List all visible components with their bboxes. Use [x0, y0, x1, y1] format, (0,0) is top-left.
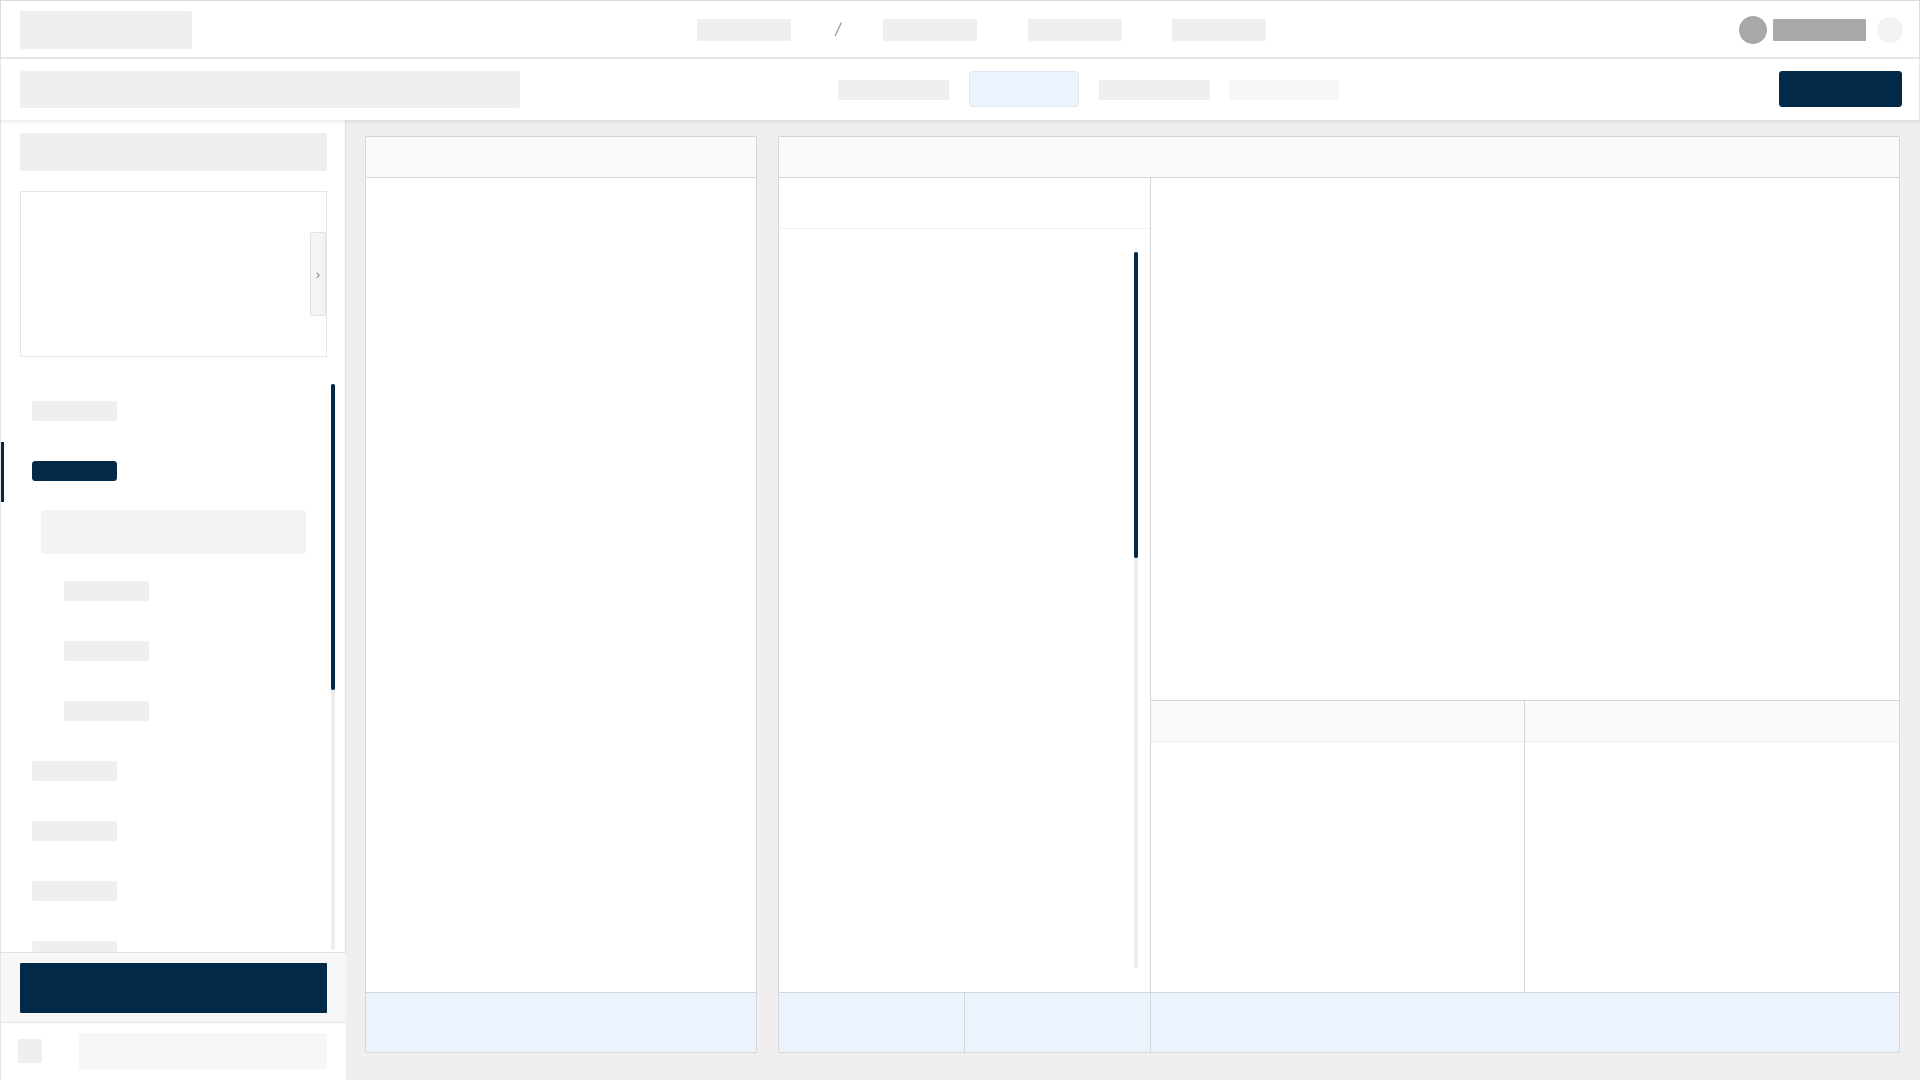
sidebar-group-header[interactable] — [41, 510, 306, 554]
sidebar-search-input[interactable] — [20, 133, 327, 171]
sidebar-subitem-1[interactable] — [64, 581, 149, 601]
sub-panel-right — [1525, 701, 1899, 992]
sub-panel-right-header — [1525, 701, 1899, 742]
footer-divider-1 — [964, 993, 965, 1052]
workspace — [346, 120, 1920, 1080]
preview-card: › — [20, 191, 327, 357]
sidebar-subitem-3[interactable] — [64, 701, 149, 721]
avatar[interactable] — [1739, 16, 1767, 44]
sidebar-footer-field[interactable] — [79, 1033, 327, 1069]
top-bar: / — [0, 0, 1920, 59]
app-logo[interactable] — [20, 11, 192, 49]
sidebar-item-5[interactable] — [32, 881, 117, 901]
main-panel — [778, 136, 1900, 1053]
sidebar-scrollbar-thumb[interactable] — [331, 384, 335, 690]
sidebar-footer — [1, 952, 346, 1081]
breadcrumb-separator: / — [835, 20, 841, 40]
list-scrollbar-track[interactable] — [1134, 252, 1138, 968]
notifications-icon[interactable] — [1877, 17, 1903, 43]
toolbar — [0, 59, 1920, 120]
list-column-header — [779, 178, 1150, 229]
main-panel-header — [779, 137, 1899, 178]
sub-panel-left — [1151, 701, 1525, 992]
left-panel-body — [366, 178, 756, 992]
tab-1[interactable] — [838, 80, 949, 100]
settings-icon[interactable] — [18, 1039, 42, 1063]
preview-expand-toggle[interactable]: › — [310, 232, 326, 316]
tab-3[interactable] — [1099, 80, 1210, 100]
breadcrumb-item-2[interactable] — [883, 19, 977, 41]
nav-link-2[interactable] — [1172, 19, 1266, 41]
footer-divider-2 — [1150, 993, 1151, 1052]
sub-panel-left-header — [1151, 701, 1524, 742]
user-name[interactable] — [1773, 19, 1866, 41]
sidebar-item-3[interactable] — [32, 761, 117, 781]
list-scrollbar-thumb[interactable] — [1134, 252, 1138, 558]
sidebar-footer-row — [1, 1022, 346, 1081]
page-title — [20, 71, 520, 108]
sidebar-item-6[interactable] — [32, 941, 117, 952]
primary-action-button[interactable] — [1779, 71, 1902, 107]
detail-view — [1151, 178, 1899, 701]
sidebar: › — [0, 120, 346, 1081]
sidebar-scrollbar-track[interactable] — [331, 384, 335, 950]
nav-link-1[interactable] — [1028, 19, 1122, 41]
main-panel-footer — [779, 992, 1899, 1052]
left-panel-footer — [366, 992, 756, 1052]
active-item-indicator — [1, 442, 4, 502]
sidebar-item-2-active[interactable] — [32, 461, 117, 481]
sidebar-action-button[interactable] — [20, 963, 327, 1013]
left-panel-header — [366, 137, 756, 178]
tab-2-active[interactable] — [969, 71, 1079, 107]
sidebar-subitem-2[interactable] — [64, 641, 149, 661]
list-column — [779, 178, 1151, 992]
sidebar-item-1[interactable] — [32, 401, 117, 421]
tab-4[interactable] — [1229, 80, 1339, 100]
left-panel — [365, 136, 757, 1053]
sidebar-item-4[interactable] — [32, 821, 117, 841]
breadcrumb-item-1[interactable] — [697, 19, 791, 41]
